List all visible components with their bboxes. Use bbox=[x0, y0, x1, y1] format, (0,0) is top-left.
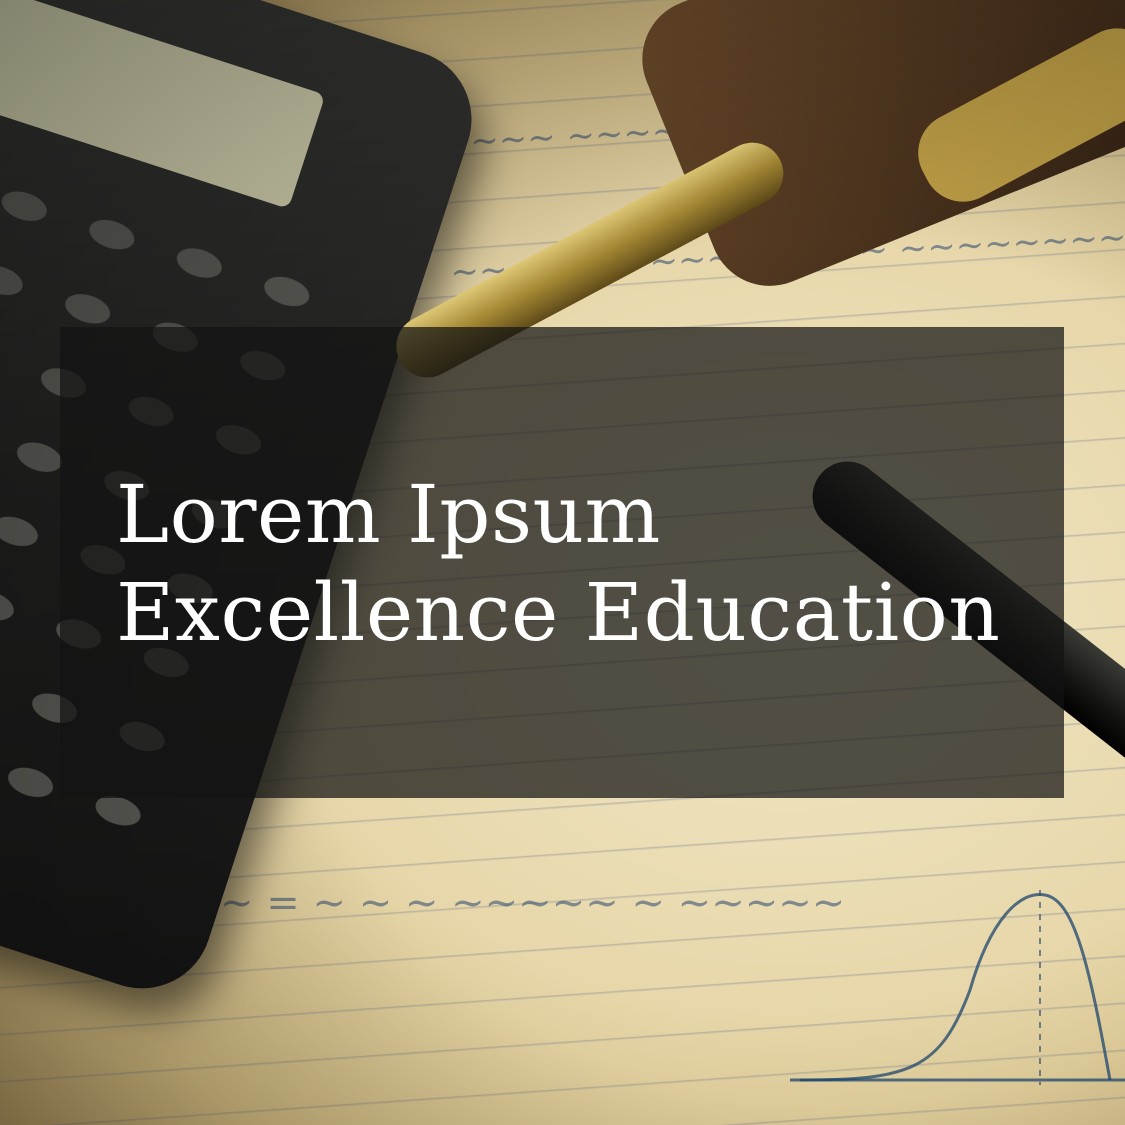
headline-line-1: Lorem Ipsum bbox=[116, 468, 661, 561]
headline: Lorem Ipsum Excellence Education bbox=[116, 466, 1000, 662]
headline-line-2: Excellence Education bbox=[116, 566, 1001, 659]
